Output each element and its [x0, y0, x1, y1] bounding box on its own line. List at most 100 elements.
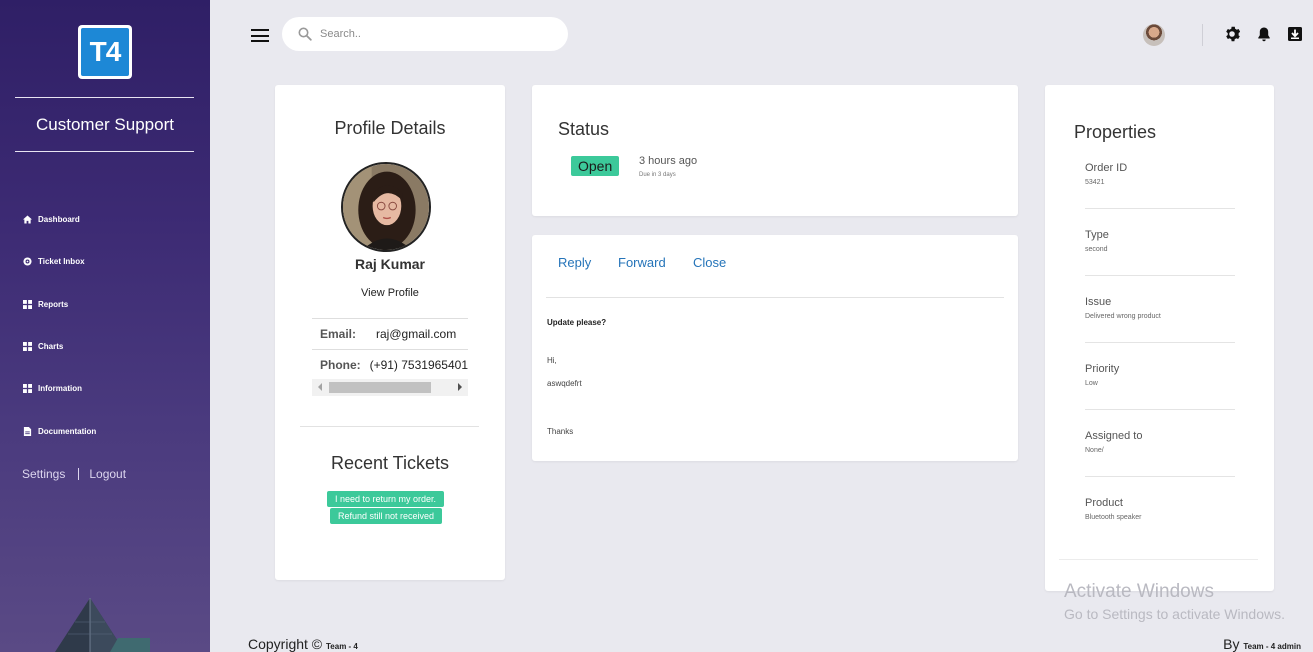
app-logo[interactable]: T4 [78, 25, 132, 79]
status-time: 3 hours ago [639, 155, 698, 167]
property-label: Priority [1085, 363, 1120, 375]
view-profile-link[interactable]: View Profile [275, 287, 505, 299]
sidebar-footer-links: Settings Logout [22, 467, 126, 481]
property-label: Issue [1085, 296, 1112, 308]
profile-avatar [341, 162, 431, 252]
sidebar-item-reports[interactable]: Reports [22, 299, 68, 309]
recent-ticket-tag[interactable]: I need to return my order. [327, 491, 445, 507]
profile-title: Profile Details [334, 118, 446, 138]
link-separator [78, 468, 80, 480]
property-value: 53421 [1085, 179, 1105, 186]
sidebar-item-documentation[interactable]: Documentation [22, 426, 96, 436]
sidebar-item-label: Dashboard [38, 214, 80, 224]
property-divider [1085, 342, 1235, 343]
property-value: second [1085, 246, 1108, 253]
sidebar-divider [15, 97, 194, 98]
property-label: Order ID [1085, 162, 1128, 174]
footer-copyright: Copyright © Team - 4 [248, 636, 358, 652]
building-illustration [55, 598, 150, 652]
topbar-divider [1202, 24, 1203, 46]
download-icon[interactable] [1287, 26, 1303, 42]
logout-link[interactable]: Logout [89, 467, 126, 481]
grid-icon [22, 383, 32, 393]
message-subject: Update please? [547, 318, 607, 327]
property-divider [1085, 409, 1235, 410]
document-icon [22, 426, 32, 436]
activation-watermark-title: Activate Windows [1064, 581, 1214, 602]
property-value: Delivered wrong product [1085, 313, 1161, 320]
copyright-text: Copyright © [248, 636, 323, 652]
message-closing: Thanks [547, 427, 574, 436]
message-divider [546, 297, 1004, 298]
property-assigned-to: Assigned to None/ [1085, 430, 1235, 454]
close-button[interactable]: Close [693, 255, 726, 270]
property-value: Bluetooth speaker [1085, 514, 1142, 521]
sidebar-item-information[interactable]: Information [22, 383, 82, 393]
sidebar-divider [15, 151, 194, 152]
copyright-team: Team - 4 [326, 642, 358, 651]
email-row: Email: raj@gmail.com [312, 318, 468, 349]
activation-watermark-text: Go to Settings to activate Windows. [1064, 606, 1285, 622]
search-input[interactable] [320, 28, 540, 40]
search-icon [298, 27, 312, 41]
property-order-id: Order ID 53421 [1085, 162, 1235, 186]
message-greeting: Hi, [547, 356, 557, 365]
sidebar-item-ticket-inbox[interactable]: Ticket Inbox [22, 256, 85, 266]
forward-button[interactable]: Forward [618, 255, 666, 270]
properties-title: Properties [1074, 122, 1157, 142]
app-title: Customer Support [36, 115, 174, 134]
credit-admin: Team - 4 admin [1243, 642, 1301, 651]
recent-tickets-title: Recent Tickets [330, 453, 450, 473]
footer-credit: By Team - 4 admin [1223, 636, 1301, 652]
property-divider [1085, 275, 1235, 276]
sidebar-item-label: Reports [38, 299, 69, 309]
phone-row: Phone: (+91) 7531965401 [312, 349, 468, 380]
scroll-right-icon[interactable] [458, 383, 462, 391]
status-badge: Open [571, 156, 620, 176]
property-value: Low [1085, 380, 1098, 387]
property-type: Type second [1085, 229, 1235, 253]
sidebar: T4 Customer Support Dashboard Ticket Inb… [0, 0, 210, 652]
sidebar-item-label: Ticket Inbox [38, 256, 85, 266]
status-card: Status Open 3 hours ago Due in 3 days [532, 85, 1018, 216]
property-label: Assigned to [1085, 430, 1143, 442]
property-issue: Issue Delivered wrong product [1085, 296, 1235, 320]
bell-icon[interactable] [1256, 26, 1272, 42]
sidebar-item-label: Documentation [38, 426, 97, 436]
property-priority: Priority Low [1085, 363, 1235, 387]
message-body: aswqdefrt [547, 379, 582, 388]
property-product: Product Bluetooth speaker [1085, 497, 1235, 521]
sidebar-item-dashboard[interactable]: Dashboard [22, 214, 80, 224]
menu-toggle-icon[interactable] [251, 29, 269, 43]
horizontal-scrollbar[interactable] [312, 379, 468, 396]
properties-card: Properties Order ID 53421 Type second Is… [1045, 85, 1274, 591]
scrollbar-thumb[interactable] [329, 382, 431, 393]
property-value: None/ [1085, 447, 1104, 454]
sidebar-item-charts[interactable]: Charts [22, 341, 63, 351]
email-value: raj@gmail.com [376, 327, 457, 341]
scroll-left-icon[interactable] [318, 383, 322, 391]
search-bar[interactable] [282, 17, 568, 51]
sidebar-item-label: Charts [38, 341, 64, 351]
phone-value: (+91) 7531965401 [369, 358, 468, 372]
message-card: Reply Forward Close Update please? Hi, a… [532, 235, 1018, 461]
status-title: Status [558, 119, 610, 139]
recent-ticket-tag[interactable]: Refund still not received [330, 508, 443, 524]
profile-divider [300, 426, 479, 427]
status-due: Due in 3 days [639, 172, 676, 178]
logo-text: T4 [81, 28, 129, 76]
profile-card: Profile Details Raj Kumar View Profile E… [275, 85, 505, 580]
grid-icon [22, 341, 32, 351]
profile-name: Raj Kumar [354, 256, 426, 272]
reply-button[interactable]: Reply [558, 255, 591, 270]
settings-link[interactable]: Settings [22, 467, 65, 481]
user-avatar[interactable] [1143, 24, 1165, 46]
property-divider [1059, 559, 1258, 560]
property-label: Type [1085, 229, 1109, 241]
gear-icon[interactable] [1224, 26, 1241, 42]
sidebar-item-label: Information [38, 383, 82, 393]
credit-by: By [1223, 636, 1240, 652]
property-label: Product [1085, 497, 1123, 509]
grid-icon [22, 299, 32, 309]
inbox-icon [22, 256, 32, 266]
